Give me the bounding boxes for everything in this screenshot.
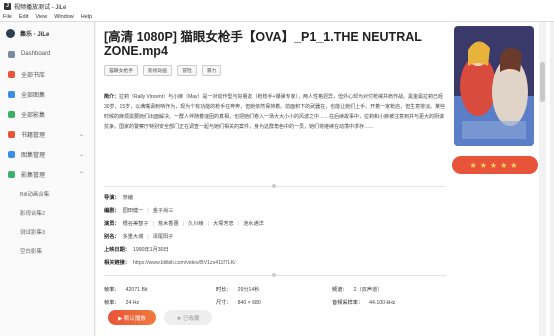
tag[interactable]: 暴力 <box>201 65 222 76</box>
menu-bar: File Edit View Window Help <box>0 12 554 22</box>
sidebar-item-all-images[interactable]: 全部图集 <box>0 84 94 104</box>
menu-help[interactable]: Help <box>81 14 92 20</box>
cast-row: 演员： 根谷美智子 | 荒木香惠 | 久川绫 | 大塚芳忠 | 池水通洋 <box>104 220 264 228</box>
sidebar-item-video-manage[interactable]: 影集管理 ⌃ <box>0 164 94 184</box>
sidebar-item-label: 全部影集 <box>21 112 46 119</box>
window-title: 视频播放测试 - JiLe <box>14 4 67 11</box>
chevron-up-icon: ⌃ <box>78 171 84 178</box>
stat-size: 尺寸： 840 × 680 <box>216 300 261 306</box>
related-link[interactable]: https://www.bilibili.com/video/BV1zs411f… <box>133 260 236 266</box>
stat-samplerate: 音频采样率： 44.100 kHz <box>332 300 396 306</box>
stat-duration: 时长： 29分14秒 <box>216 287 260 293</box>
poster-image <box>454 26 534 146</box>
stat-channels: 频道： 2（双声道） <box>332 287 383 293</box>
sidebar-subitem[interactable]: 影视合集2 <box>0 203 94 222</box>
sidebar-item-image-manage[interactable]: 图集管理 ⌄ <box>0 144 94 164</box>
menu-file[interactable]: File <box>3 14 12 20</box>
sidebar-item-book-manage[interactable]: 书籍管理 ⌄ <box>0 124 94 144</box>
scrollbar[interactable] <box>539 22 546 336</box>
sidebar-item-dashboard[interactable]: Dashboard <box>0 44 94 64</box>
detail-panel: [高清 1080P] 猫眼女枪手【OVA】_P1_1.THE NEUTRAL Z… <box>96 22 550 336</box>
tag[interactable]: 猫眼女枪手 <box>104 65 138 76</box>
sidebar-item-label: Dashboard <box>21 51 51 57</box>
sidebar-user[interactable]: 集乐 · JiLe <box>0 22 94 44</box>
app-icon: J <box>4 2 11 10</box>
book-icon <box>8 70 15 78</box>
dashboard-icon <box>8 50 15 58</box>
sidebar-item-label: 影集管理 <box>21 172 46 179</box>
sidebar-subitem[interactable]: 测试影集3 <box>0 222 94 241</box>
alias-row: 别名： 多重大城 | 泽尾阳子 <box>104 233 174 241</box>
book-manage-icon <box>8 130 15 138</box>
image-icon <box>8 90 15 98</box>
video-title: [高清 1080P] 猫眼女枪手【OVA】_P1_1.THE NEUTRAL Z… <box>104 30 422 58</box>
sidebar-item-label: 书籍管理 <box>21 132 46 139</box>
release-date-row: 上映日期： 1990年1月30日 <box>104 247 169 253</box>
sidebar-subitem[interactable]: 空白影集 <box>0 241 94 260</box>
play-button[interactable]: ▶ 默认播放 <box>108 310 156 325</box>
menu-edit[interactable]: Edit <box>19 14 28 20</box>
stat-bitrate: 帧率： 42071 Bit <box>104 287 148 293</box>
related-link-row: 相关链接： https://www.bilibili.com/video/BV1… <box>104 259 236 267</box>
writer-row: 编剧： 园田健一 | 金子尚三 <box>104 207 174 215</box>
image-manage-icon <box>8 150 15 158</box>
intro-label: 简介： <box>104 94 120 100</box>
video-icon <box>8 110 15 118</box>
rating-stars[interactable]: ★★★★★ <box>452 156 538 174</box>
sidebar-item-all-books[interactable]: 全部书库 <box>0 64 94 84</box>
avatar <box>6 28 15 38</box>
sidebar-item-label: 全部图集 <box>21 92 46 99</box>
tag[interactable]: 冒险 <box>177 65 197 76</box>
sidebar-item-label: 全部书库 <box>21 72 46 79</box>
intro-text: 简介：拉莉（Rally Vincent）与小麻（May）是一对动作型与好朋友（枪… <box>104 92 446 132</box>
director-row: 导演： 奈緒 <box>104 195 133 201</box>
favorite-button[interactable]: ★ 已收藏 <box>164 310 212 325</box>
chevron-down-icon: ⌄ <box>78 131 84 138</box>
stat-framerate: 帧率： 24 Hz <box>104 300 140 306</box>
scrollbar-thumb[interactable] <box>540 62 545 102</box>
sidebar: 集乐 · JiLe Dashboard 全部书库 全部图集 全部影集 书籍管理 … <box>0 22 95 336</box>
video-manage-icon <box>8 170 15 178</box>
sidebar-item-all-videos[interactable]: 全部影集 <box>0 104 94 124</box>
divider <box>104 273 446 277</box>
title-bar: J 视频播放测试 - JiLe <box>0 0 554 12</box>
tag[interactable]: 影视动画 <box>143 65 173 76</box>
divider <box>104 184 446 188</box>
intro-content: 拉莉（Rally Vincent）与小麻（May）是一对动作型与好朋友（枪枝手+… <box>104 94 446 130</box>
sidebar-subitem[interactable]: Bili动画合集 <box>0 184 94 203</box>
tag-list: 猫眼女枪手 影视动画 冒险 暴力 <box>104 65 226 76</box>
chevron-down-icon: ⌄ <box>78 151 84 158</box>
sidebar-item-label: 图集管理 <box>21 152 46 159</box>
menu-view[interactable]: View <box>35 14 47 20</box>
user-name: 集乐 · JiLe <box>20 31 50 38</box>
menu-window[interactable]: Window <box>54 14 74 20</box>
